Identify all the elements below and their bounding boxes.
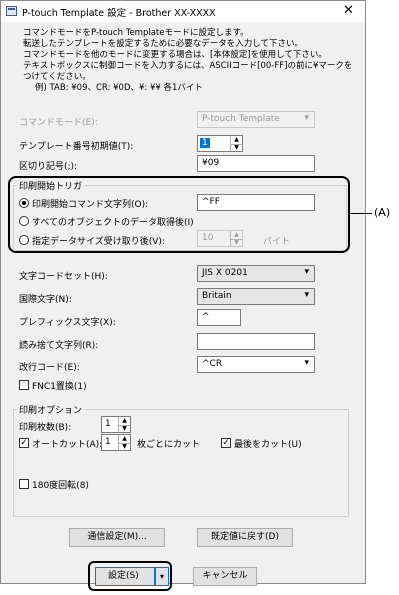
newline-code-value: ^CR	[202, 359, 223, 369]
chevron-down-icon: ▾	[304, 290, 309, 300]
newline-code-label: 改行コード(E):	[19, 363, 80, 373]
callout-a-line	[350, 213, 372, 214]
chevron-down-icon: ▾	[304, 358, 309, 368]
chevron-down-icon: ▾	[304, 113, 309, 123]
cancel-button[interactable]: キャンセル	[193, 567, 257, 586]
newline-code-select[interactable]: ^CR ▾	[197, 356, 315, 373]
window-title: P-touch Template 設定 - Brother XX-XXXX	[22, 8, 216, 19]
command-mode-select: P-touch Template ▾	[197, 111, 315, 128]
autocut-label: オートカット(A):	[32, 440, 103, 450]
template-number-spin[interactable]: ▲ ▼	[230, 136, 242, 151]
delimiter-label: 区切り記号(;):	[19, 162, 78, 172]
fnc1-label: FNC1置換(1)	[32, 382, 87, 392]
spin-down-icon[interactable]: ▼	[231, 144, 242, 152]
rotate-checkbox[interactable]	[19, 479, 29, 489]
description-line-1: コマンドモードをP-touch Templateモードに設定します。	[23, 28, 249, 38]
copies-label: 印刷枚数(B):	[19, 423, 72, 433]
char-code-set-value: JIS X 0201	[202, 268, 248, 278]
description-example: 例) TAB: ¥09、CR: ¥0D、¥: ¥¥ 各1バイト	[35, 83, 203, 93]
prefix-char-input[interactable]: ^	[197, 309, 241, 326]
copies-spin[interactable]: ▲ ▼	[118, 417, 130, 432]
char-code-set-label: 文字コードセット(H):	[19, 272, 108, 282]
description-line-5: つけてください。	[23, 72, 91, 82]
template-number-spinner[interactable]: 1 ▲ ▼	[197, 135, 243, 152]
template-number-value: 1	[200, 138, 210, 148]
reset-defaults-button[interactable]: 既定値に戻す(D)	[197, 528, 293, 547]
delimiter-input[interactable]: ¥09	[197, 155, 315, 172]
autocut-checkbox[interactable]: ✓	[19, 438, 29, 448]
ignore-string-label: 読み捨て文字列(R):	[19, 341, 99, 351]
intl-chars-label: 国際文字(N):	[19, 295, 72, 305]
fnc1-checkbox[interactable]	[19, 380, 29, 390]
callout-a-label: (A)	[374, 206, 391, 219]
description-line-3: コマンドモードを他のモードに変更する場合は、[本体設定]を使用して下さい。	[23, 50, 327, 60]
autocut-spin[interactable]: ▲ ▼	[118, 435, 130, 450]
print-options-group-title: 印刷オプション	[17, 403, 85, 416]
close-icon[interactable]: ✕	[343, 3, 354, 18]
template-number-label: テンプレート番号初期値(T):	[19, 142, 134, 152]
set-button-highlight	[88, 561, 172, 591]
command-mode-label: コマンドモード(E):	[19, 118, 98, 128]
prefix-char-label: プレフィックス文字(X):	[19, 318, 116, 328]
app-icon	[6, 6, 17, 16]
settings-window: P-touch Template 設定 - Brother XX-XXXX ✕ …	[0, 0, 366, 586]
cut-last-checkbox[interactable]: ✓	[221, 438, 231, 448]
spin-down-icon[interactable]: ▼	[119, 425, 130, 433]
callout-a-highlight	[8, 176, 350, 253]
description-line-4: テキストボックスに制御コードを入力するには、ASCIIコード[00-FF]の前に…	[23, 61, 353, 71]
description-line-2: 転送したテンプレートを設定するために必要なデータを入力して下さい。	[23, 39, 303, 49]
rotate-label: 180度回転(8)	[32, 481, 89, 491]
comm-settings-button[interactable]: 通信設定(M)...	[69, 528, 165, 547]
autocut-suffix: 枚ごとにカット	[137, 440, 201, 450]
autocut-spinner[interactable]: 1 ▲ ▼	[101, 434, 131, 451]
char-code-set-select[interactable]: JIS X 0201 ▾	[197, 265, 315, 282]
copies-value: 1	[105, 419, 111, 429]
chevron-down-icon: ▾	[304, 267, 309, 277]
title-bar: P-touch Template 設定 - Brother XX-XXXX ✕	[1, 1, 365, 22]
intl-chars-select[interactable]: Britain ▾	[197, 288, 315, 305]
intl-chars-value: Britain	[202, 291, 232, 301]
cut-last-label: 最後をカット(U)	[234, 440, 302, 450]
ignore-string-input[interactable]	[197, 333, 315, 350]
autocut-value: 1	[105, 437, 111, 447]
spin-down-icon[interactable]: ▼	[119, 443, 130, 451]
command-mode-value: P-touch Template	[202, 114, 280, 124]
copies-spinner[interactable]: 1 ▲ ▼	[101, 416, 131, 433]
